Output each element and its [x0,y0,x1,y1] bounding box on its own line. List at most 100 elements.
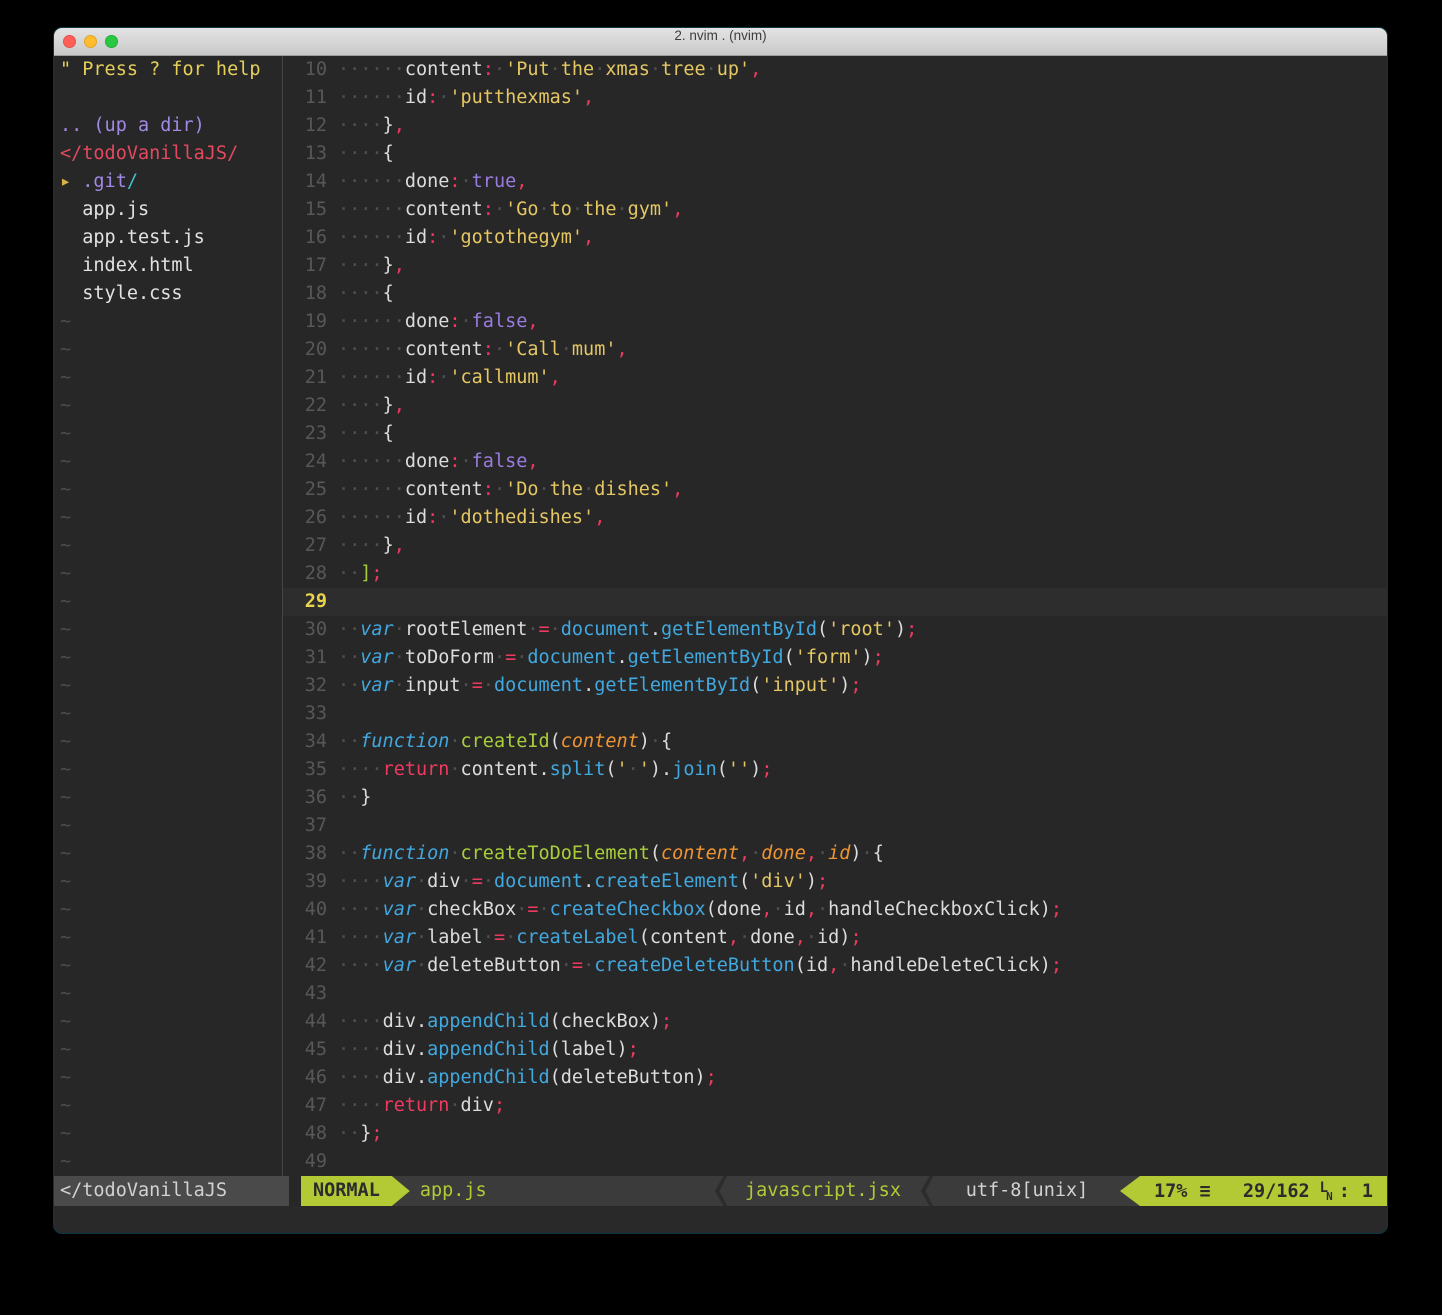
code-line[interactable]: 24······done:·false, [283,448,1387,476]
code-line[interactable]: 25······content:·'Do·the·dishes', [283,476,1387,504]
code-token-fg: ) [617,1039,628,1060]
code-token-ti: ~ [60,423,71,444]
code-line[interactable]: 44····div.appendChild(checkBox); [283,1008,1387,1036]
code-line[interactable]: 30··var·rootElement·=·document.getElemen… [283,616,1387,644]
code-line[interactable]: 36··} [283,784,1387,812]
code-token-ti: ~ [60,339,71,360]
code-token-fi: app.js [60,199,149,220]
code-line[interactable]: 15······content:·'Go·to·the·gym', [283,196,1387,224]
code-token-cy: createElement [594,871,739,892]
tree-item[interactable]: app.test.js [54,224,282,252]
code-line[interactable]: 17····}, [283,252,1387,280]
code-line[interactable]: 27····}, [283,532,1387,560]
code-text: ····{ [338,420,394,448]
code-line[interactable]: 16······id:·'gotothegym', [283,224,1387,252]
code-token-st: 'Put [505,59,550,80]
code-token-ws: ······ [338,199,405,220]
window-titlebar[interactable]: 2. nvim . (nvim) [54,28,1387,56]
code-token-st: 'putthexmas' [449,87,583,108]
zoom-button[interactable] [105,35,118,48]
code-line[interactable]: 23····{ [283,420,1387,448]
code-line[interactable]: 32··var·input·=·document.getElementById(… [283,672,1387,700]
code-token-fg: id [405,507,427,528]
code-token-st: 'dothedishes' [449,507,594,528]
command-line[interactable] [54,1206,1387,1233]
tilde-row: ~ [54,532,282,560]
code-line[interactable]: 14······done:·true, [283,168,1387,196]
code-line[interactable]: 33 [283,700,1387,728]
tree-item[interactable]: ▸ .git/ [54,168,282,196]
code-line[interactable]: 28··]; [283,560,1387,588]
code-line[interactable]: 12····}, [283,112,1387,140]
code-line[interactable]: 38··function·createToDoElement(content,·… [283,840,1387,868]
code-line[interactable]: 45····div.appendChild(label); [283,1036,1387,1064]
code-line[interactable]: 26······id:·'dothedishes', [283,504,1387,532]
code-token-fg: } [360,1123,371,1144]
code-token-ti: ~ [60,759,71,780]
code-token-ws: ·· [338,675,360,696]
scroll-percent: 17% [1154,1181,1187,1202]
tree-item[interactable]: " Press ? for help [54,56,282,84]
code-token-fg: content [405,59,483,80]
code-line[interactable]: 18····{ [283,280,1387,308]
code-token-ar: ▸ [60,171,82,192]
code-token-ws: · [483,871,494,892]
code-token-fg: ) [839,927,850,948]
code-line[interactable]: 11······id:·'putthexmas', [283,84,1387,112]
code-line[interactable]: 39····var·div·=·document.createElement('… [283,868,1387,896]
code-line[interactable]: 48··}; [283,1120,1387,1148]
code-line[interactable]: 19······done:·false, [283,308,1387,336]
mode-indicator: NORMAL [301,1176,392,1206]
tree-item[interactable]: index.html [54,252,282,280]
code-token-ti: ~ [60,815,71,836]
code-line[interactable]: 42····var·deleteButton·=·createDeleteBut… [283,952,1387,980]
code-token-fg: ( [650,843,661,864]
code-line[interactable]: 37 [283,812,1387,840]
code-token-ws: · [539,199,550,220]
code-token-ws: · [583,955,594,976]
code-line[interactable]: 20······content:·'Call·mum', [283,336,1387,364]
code-text: ··function·createId(content)·{ [338,728,672,756]
code-token-fg: done [750,927,795,948]
code-line[interactable]: 31··var·toDoForm·=·document.getElementBy… [283,644,1387,672]
code-token-pu: ; [628,1039,639,1060]
code-line[interactable]: 43 [283,980,1387,1008]
line-number: 22 [283,392,327,420]
file-tree-panel: " Press ? for help .. (up a dir)</todoVan… [54,56,283,1176]
code-line[interactable]: 47····return·div; [283,1092,1387,1120]
code-line[interactable]: 21······id:·'callmum', [283,364,1387,392]
code-token-st: gym' [628,199,673,220]
code-token-pu: ; [873,647,884,668]
code-line[interactable]: 40····var·checkBox·=·createCheckbox(done… [283,896,1387,924]
tree-item[interactable]: app.js [54,196,282,224]
code-line[interactable]: 13····{ [283,140,1387,168]
code-token-ws: ···· [338,759,383,780]
code-line[interactable]: 22····}, [283,392,1387,420]
code-token-fg: ) [694,1067,705,1088]
code-line[interactable]: 46····div.appendChild(deleteButton); [283,1064,1387,1092]
code-token-cy: document [527,647,616,668]
code-token-ws: · [483,675,494,696]
close-button[interactable] [63,35,76,48]
code-line[interactable]: 35····return·content.split('·').join('')… [283,756,1387,784]
tree-item[interactable]: style.css [54,280,282,308]
code-token-ws: · [628,759,639,780]
code-line[interactable]: 10······content:·'Put·the·xmas·tree·up', [283,56,1387,84]
code-line[interactable]: 49 [283,1148,1387,1176]
code-editor-panel: 10······content:·'Put·the·xmas·tree·up',… [283,56,1387,1176]
code-line[interactable]: 41····var·label·=·createLabel(content,·d… [283,924,1387,952]
code-token-fg: ( [639,927,650,948]
tree-item[interactable]: </todoVanillaJS/ [54,140,282,168]
code-token-ti: ~ [60,647,71,668]
code-token-pu: : [427,507,438,528]
line-number: 16 [283,224,327,252]
line-number: 24 [283,448,327,476]
minimize-button[interactable] [84,35,97,48]
code-token-fg: . [650,619,661,640]
line-number: 37 [283,812,327,840]
code-token-st: 'gotothegym' [449,227,583,248]
tree-item[interactable]: .. (up a dir) [54,112,282,140]
code-line[interactable]: 34··function·createId(content)·{ [283,728,1387,756]
code-text: ······id:·'callmum', [338,364,561,392]
code-line-cursor[interactable]: 29 [283,588,1387,616]
